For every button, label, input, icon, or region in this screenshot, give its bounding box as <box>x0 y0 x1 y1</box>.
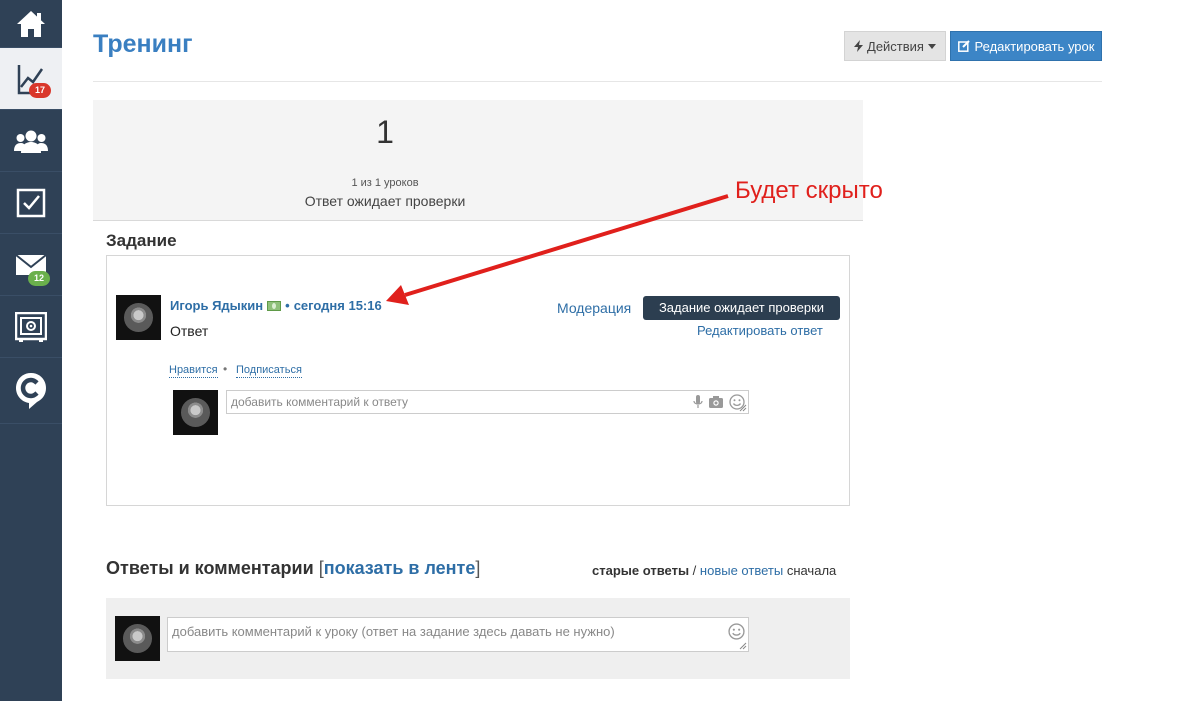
money-icon <box>267 300 282 311</box>
sidebar: 17 12 <box>0 0 62 701</box>
c-logo-icon <box>16 372 46 409</box>
edit-answer-link[interactable]: Редактировать ответ <box>697 323 823 338</box>
answers-heading: Ответы и комментарии [показать в ленте] <box>106 558 480 579</box>
sidebar-item-home[interactable] <box>0 0 62 48</box>
sort-new-link[interactable]: новые ответы <box>700 563 783 578</box>
bracket-close: ] <box>475 558 481 578</box>
author-name[interactable]: Игорь Ядыкин <box>170 298 263 313</box>
edit-lesson-label: Редактировать урок <box>974 38 1095 54</box>
annotation-label: Будет скрыто <box>735 177 883 204</box>
comment-tools <box>693 394 745 410</box>
resize-grip-icon[interactable] <box>739 404 747 412</box>
actions-label: Действия <box>867 38 924 54</box>
answer-comment-input[interactable]: добавить комментарий к ответу <box>226 390 749 414</box>
status-badge: Задание ожидает проверки <box>643 296 840 320</box>
sidebar-filler <box>0 424 62 701</box>
lesson-number: 1 <box>376 114 394 150</box>
lesson-count: 1 из 1 уроков <box>351 177 419 189</box>
resize-grip-icon[interactable] <box>739 642 747 650</box>
answer-time[interactable]: сегодня 15:16 <box>294 298 382 313</box>
home-icon <box>17 10 45 37</box>
show-in-feed-link[interactable]: показать в ленте <box>324 558 476 578</box>
camera-icon[interactable] <box>709 396 723 408</box>
messages-badge: 12 <box>28 271 50 286</box>
author-separator: • <box>285 298 290 313</box>
answers-heading-text: Ответы и комментарии <box>106 558 314 578</box>
lesson-commenter-avatar <box>115 616 160 661</box>
subscribe-link[interactable]: Подписаться <box>236 364 302 378</box>
lesson-comment-tools <box>728 623 745 640</box>
moderation-link[interactable]: Модерация <box>557 300 631 316</box>
answer-comment-placeholder: добавить комментарий к ответу <box>231 395 409 409</box>
lesson-comment-input[interactable]: добавить комментарий к уроку (ответ на з… <box>167 617 749 652</box>
lesson-comment-placeholder: добавить комментарий к уроку (ответ на з… <box>172 624 615 639</box>
sort-suffix: сначала <box>786 563 837 578</box>
like-link[interactable]: Нравится <box>169 364 218 378</box>
emoji-icon[interactable] <box>728 623 745 640</box>
safe-icon <box>15 311 47 342</box>
sidebar-item-settings[interactable] <box>0 296 62 358</box>
sort-order: старые ответы / новые ответы сначала <box>592 563 836 578</box>
sidebar-item-stats[interactable]: 17 <box>0 48 62 110</box>
sort-old-link[interactable]: старые ответы <box>592 563 689 578</box>
author-line: Игорь Ядыкин • сегодня 15:16 <box>170 298 382 313</box>
sidebar-item-brand[interactable] <box>0 358 62 424</box>
lesson-status: Ответ ожидает проверки <box>304 193 466 209</box>
lightning-icon <box>854 40 864 52</box>
task-panel <box>106 255 850 506</box>
sidebar-item-messages[interactable]: 12 <box>0 234 62 296</box>
actions-button[interactable]: Действия <box>844 31 946 61</box>
sort-separator: / <box>692 563 697 578</box>
author-avatar[interactable] <box>116 295 161 340</box>
edit-lesson-button[interactable]: Редактировать урок <box>950 31 1102 61</box>
header-divider <box>93 81 1102 82</box>
microphone-icon[interactable] <box>693 395 703 409</box>
page-title: Тренинг <box>93 30 193 58</box>
edit-icon <box>957 40 970 52</box>
action-separator: • <box>223 362 228 376</box>
commenter-avatar <box>173 390 218 435</box>
answer-text: Ответ <box>170 323 209 339</box>
task-heading: Задание <box>106 231 177 250</box>
stats-badge: 17 <box>29 83 51 98</box>
caret-down-icon <box>927 43 936 49</box>
